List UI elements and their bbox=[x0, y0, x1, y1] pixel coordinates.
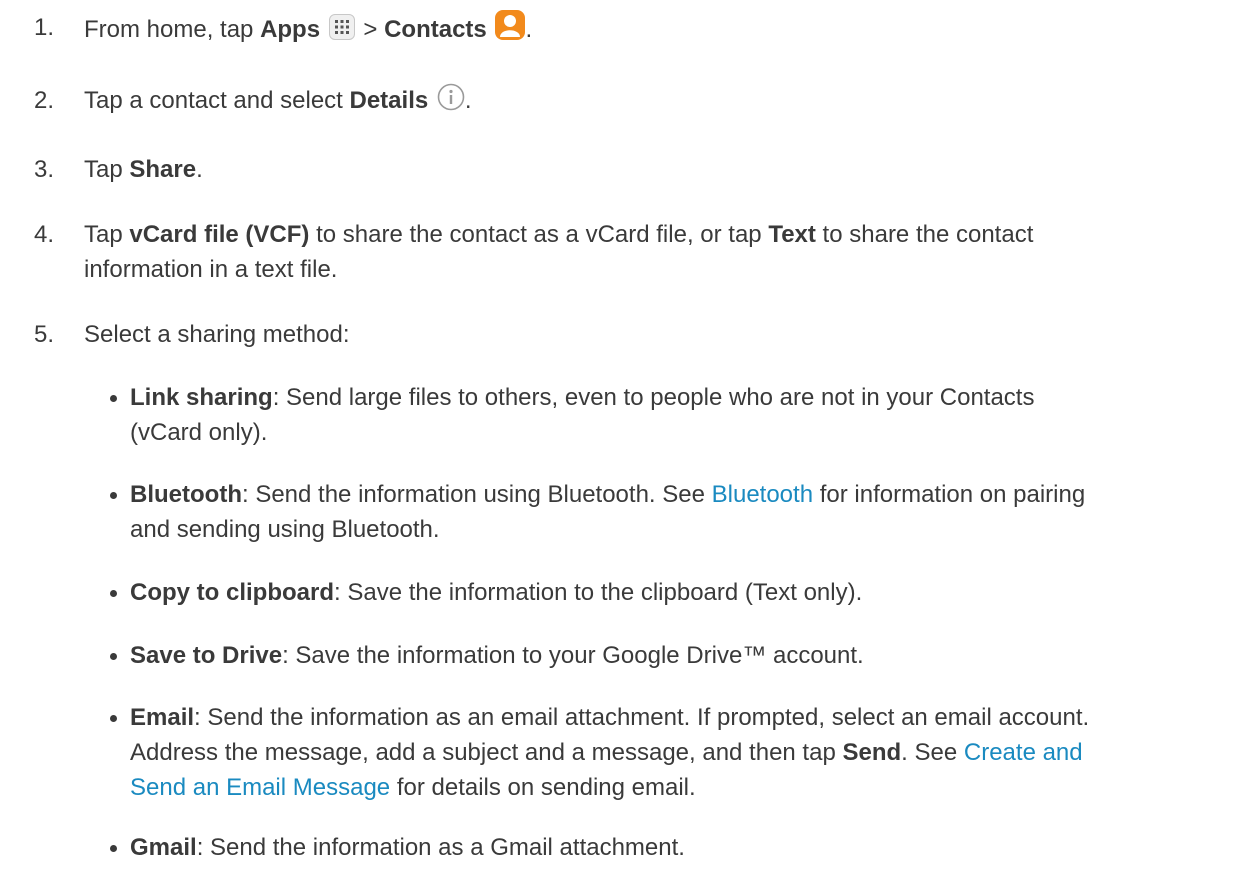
step-text: Tap a contact and select Details . bbox=[84, 83, 1200, 118]
share-label: Share bbox=[129, 156, 197, 183]
bullet-dot bbox=[110, 845, 117, 852]
bullet-dot bbox=[110, 395, 117, 402]
info-circle-icon bbox=[437, 83, 465, 111]
method-name: Bluetooth bbox=[130, 481, 242, 508]
step-text: Tap vCard file (VCF) to share the contac… bbox=[84, 221, 1034, 283]
method-name: Email bbox=[130, 704, 195, 731]
bullet-dot bbox=[110, 653, 117, 660]
bullet-dot bbox=[110, 492, 117, 499]
bullet-dot bbox=[110, 715, 117, 722]
vcard-label: vCard file (VCF) bbox=[129, 221, 310, 248]
details-label: Details bbox=[349, 87, 429, 114]
send-label: Send bbox=[842, 739, 902, 766]
step-text: Select a sharing method: bbox=[84, 321, 350, 348]
method-name: Link sharing bbox=[130, 384, 273, 411]
help-document: 1. From home, tap Apps > Contacts . 2. T… bbox=[0, 0, 1239, 874]
contacts-label: Contacts bbox=[384, 16, 487, 43]
step-number: 2. bbox=[34, 87, 55, 114]
step-number: 3. bbox=[34, 156, 55, 183]
step-number: 5. bbox=[34, 321, 55, 348]
step-text: Tap Share. bbox=[84, 156, 203, 183]
text-label: Text bbox=[768, 221, 816, 248]
apps-label: Apps bbox=[260, 16, 321, 43]
apps-grid-icon bbox=[328, 14, 355, 40]
method-name: Save to Drive bbox=[130, 642, 283, 669]
bullet-dot bbox=[110, 590, 117, 597]
step-number: 4. bbox=[34, 221, 55, 248]
bluetooth-link[interactable]: Bluetooth bbox=[712, 481, 813, 508]
contacts-app-icon bbox=[495, 10, 526, 40]
step-number: 1. bbox=[34, 14, 55, 41]
step-text: From home, tap Apps > Contacts . bbox=[84, 10, 1200, 47]
create-email-link-cont[interactable]: Send an Email Message bbox=[130, 774, 390, 801]
method-name: Copy to clipboard bbox=[130, 579, 334, 606]
method-name: Gmail bbox=[130, 834, 197, 861]
create-email-link[interactable]: Create and bbox=[964, 739, 1083, 766]
